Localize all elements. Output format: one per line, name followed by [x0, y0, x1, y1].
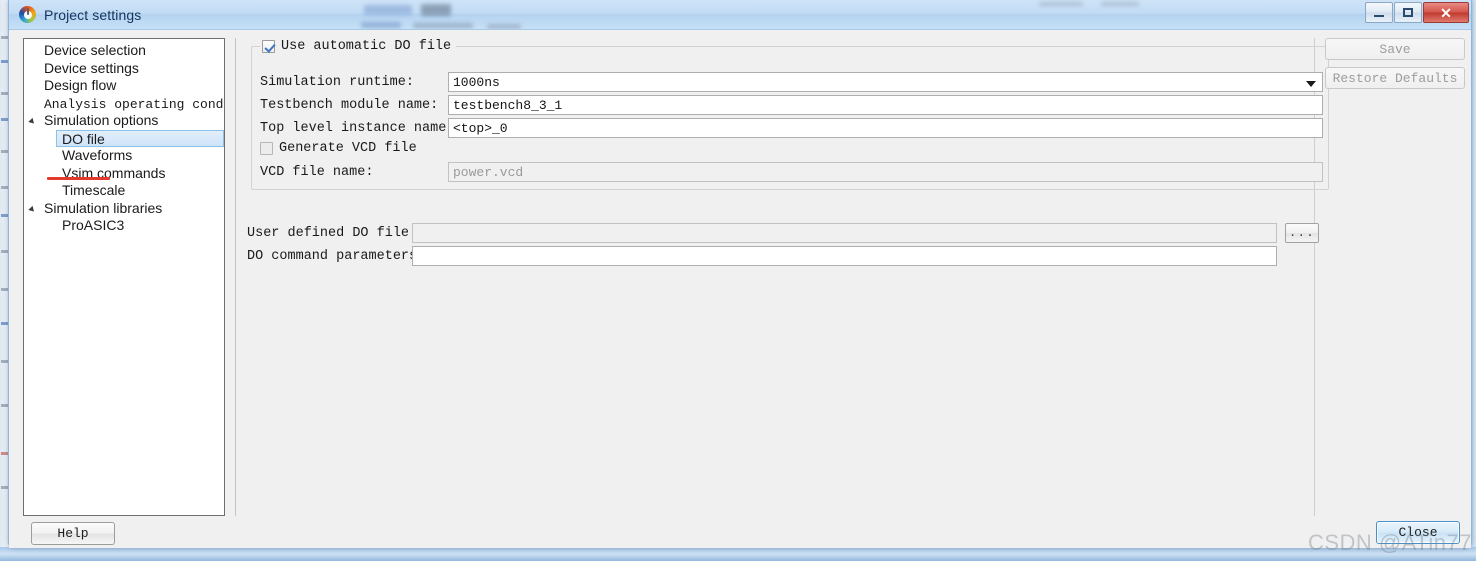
simulation-runtime-combobox[interactable]: 1000ns — [448, 72, 1323, 92]
vcd-file-name-label: VCD file name: — [260, 164, 374, 180]
chevron-down-icon — [1306, 81, 1316, 87]
sidebar-item-label: Device settings — [44, 59, 139, 76]
window-controls: ✕ — [1364, 2, 1469, 23]
generate-vcd-file-checkbox[interactable]: Generate VCD file — [260, 141, 417, 156]
window-titlebar: Project settings ✕ — [9, 0, 1471, 30]
window-body: Device selection Device settings Design fl… — [9, 30, 1471, 548]
sidebar-item-analysis-operating-condi[interactable]: Analysis operating condi⋯ — [24, 95, 224, 113]
close-window-button[interactable]: ✕ — [1423, 2, 1469, 23]
automatic-do-file-group: Use automatic DO file Simulation runtime… — [251, 38, 1329, 190]
panel-splitter[interactable] — [231, 38, 241, 516]
sidebar-item-label: Design flow — [44, 77, 117, 93]
minimize-button[interactable] — [1365, 2, 1393, 23]
testbench-module-name-value: testbench8_3_1 — [453, 97, 563, 113]
minimize-icon — [1374, 14, 1384, 17]
settings-tree[interactable]: Device selection Device settings Design fl… — [23, 38, 225, 516]
sidebar-item-do-file[interactable]: DO file — [56, 129, 224, 147]
sidebar-item-label: Simulation options — [44, 112, 159, 128]
do-command-parameters-label: DO command parameters: — [247, 248, 426, 264]
vcd-file-name-value: power.vcd — [453, 164, 524, 180]
sidebar-item-label: Device selection — [44, 42, 146, 58]
background-bottom-strip — [0, 547, 1476, 561]
top-level-instance-name-input[interactable]: <top>_0 — [448, 118, 1323, 138]
close-dialog-button[interactable]: Close — [1376, 521, 1460, 544]
screen-root: Project settings ✕ Device selection Devic… — [0, 0, 1476, 561]
testbench-module-name-input[interactable]: testbench8_3_1 — [448, 95, 1323, 115]
simulation-runtime-row: Simulation runtime: — [260, 72, 446, 92]
sidebar-item-simulation-options[interactable]: Simulation options — [24, 112, 224, 130]
use-automatic-do-file-checkbox-box[interactable] — [262, 40, 275, 53]
top-level-instance-name-value: <top>_0 — [453, 120, 508, 136]
project-settings-window: Project settings ✕ Device selection Devic… — [8, 0, 1472, 548]
generate-vcd-file-label: Generate VCD file — [279, 141, 417, 156]
user-defined-do-file-label: User defined DO file: — [247, 225, 418, 241]
do-command-parameters-row: DO command parameters: — [247, 246, 426, 266]
sidebar-item-label: Timescale — [62, 182, 126, 198]
vcd-file-name-row: VCD file name: — [260, 162, 446, 182]
do-file-annotation-underline — [47, 177, 110, 180]
sidebar-item-device-selection[interactable]: Device selection — [24, 42, 224, 60]
save-button[interactable]: Save — [1325, 38, 1465, 60]
window-title: Project settings — [44, 6, 142, 23]
sidebar-item-timescale[interactable]: Timescale — [24, 182, 224, 200]
generate-vcd-file-checkbox-box[interactable] — [260, 142, 273, 155]
libero-logo-icon — [19, 6, 36, 23]
testbench-module-name-label: Testbench module name: — [260, 97, 439, 113]
maximize-icon — [1403, 8, 1413, 17]
sidebar-item-device-settings[interactable]: Device settings — [24, 60, 224, 78]
restore-defaults-button[interactable]: Restore Defaults — [1325, 67, 1465, 89]
sidebar-item-label: ProASIC3 — [62, 217, 125, 233]
user-defined-do-file-row: User defined DO file: — [247, 223, 418, 243]
use-automatic-do-file-checkbox[interactable]: Use automatic DO file — [260, 38, 457, 55]
simulation-runtime-value: 1000ns — [453, 74, 500, 90]
sidebar-item-label: Waveforms — [62, 147, 133, 163]
sidebar-item-label: Analysis operating condi⋯ — [44, 96, 225, 112]
use-automatic-do-file-label: Use automatic DO file — [281, 39, 452, 54]
browse-do-file-button[interactable]: ... — [1285, 223, 1319, 243]
expand-collapse-icon[interactable] — [28, 205, 37, 214]
sidebar-item-simulation-libraries[interactable]: Simulation libraries — [24, 200, 224, 218]
vcd-file-name-input: power.vcd — [448, 162, 1323, 182]
sidebar-item-proasic3[interactable]: ProASIC3 — [24, 217, 224, 235]
sidebar-item-waveforms[interactable]: Waveforms — [24, 147, 224, 165]
action-button-column: Save Restore Defaults — [1325, 38, 1465, 96]
top-level-instance-name-label: Top level instance name: — [260, 120, 455, 136]
user-defined-do-file-input — [412, 223, 1277, 243]
do-command-parameters-input[interactable] — [412, 246, 1277, 266]
close-icon: ✕ — [1440, 4, 1452, 21]
sidebar-item-design-flow[interactable]: Design flow — [24, 77, 224, 95]
maximize-button[interactable] — [1394, 2, 1422, 23]
expand-collapse-icon[interactable] — [28, 117, 37, 126]
top-level-instance-name-row: Top level instance name: — [260, 118, 455, 138]
help-button[interactable]: Help — [31, 522, 115, 545]
sidebar-item-label: DO file — [62, 130, 105, 147]
testbench-module-name-row: Testbench module name: — [260, 95, 446, 115]
sidebar-item-label: Simulation libraries — [44, 199, 163, 216]
simulation-runtime-label: Simulation runtime: — [260, 74, 414, 90]
do-file-settings-pane: Use automatic DO file Simulation runtime… — [241, 38, 1329, 516]
